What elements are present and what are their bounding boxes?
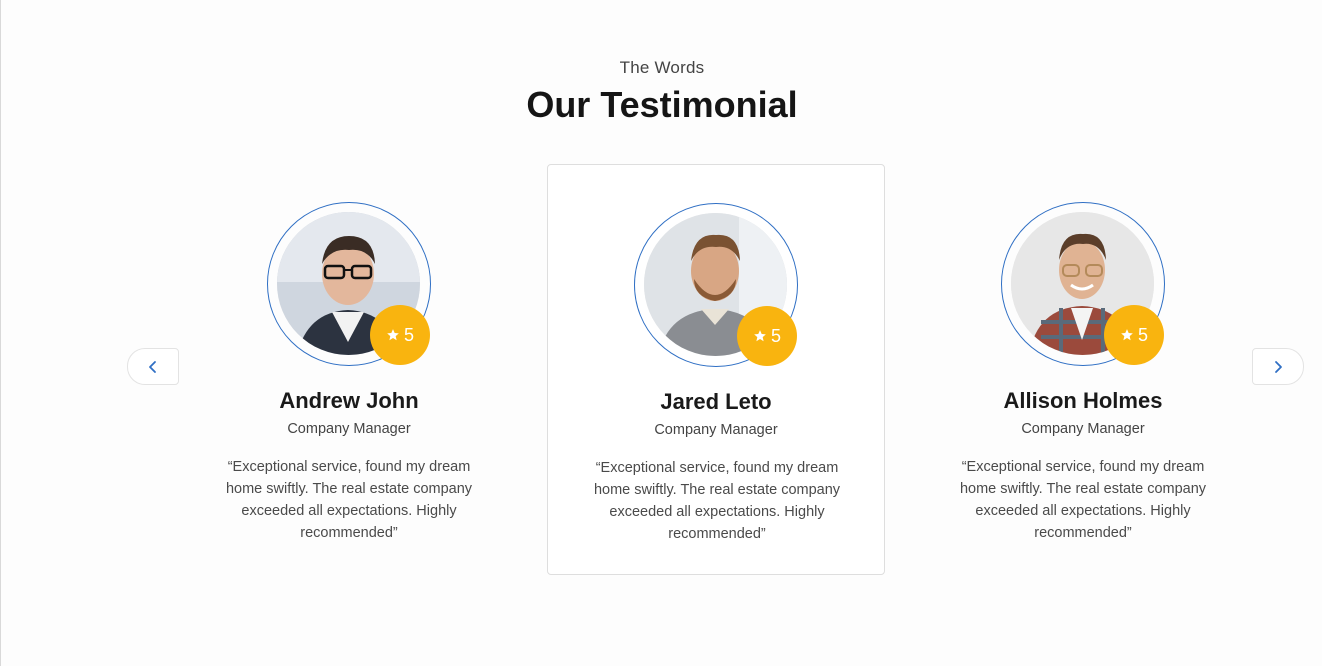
carousel-prev-button[interactable]: [127, 348, 179, 385]
testimonial-quote: “Exceptional service, found my dream hom…: [593, 460, 841, 542]
star-icon: [754, 330, 766, 342]
rating-badge: 5: [370, 305, 430, 365]
section-eyebrow: The Words: [619, 58, 705, 77]
testimonial-role: Company Manager: [654, 422, 778, 438]
testimonial-name: Allison Holmes: [1003, 388, 1163, 413]
testimonial-role: Company Manager: [1021, 421, 1145, 437]
chevron-right-icon: [1275, 360, 1282, 373]
rating-value: 5: [403, 324, 414, 345]
avatar-ring: 5: [1001, 202, 1165, 366]
star-icon: [1121, 329, 1133, 341]
testimonial-role: Company Manager: [287, 421, 411, 437]
testimonial-card-active: 5 Jared Leto Company Manager “Exceptiona…: [547, 164, 885, 575]
section-title: Our Testimonial: [526, 84, 798, 125]
testimonial-name: Andrew John: [279, 388, 419, 413]
avatar-ring: 5: [634, 203, 798, 367]
testimonial-quote: “Exceptional service, found my dream hom…: [959, 459, 1207, 541]
carousel-next-button[interactable]: [1252, 348, 1304, 385]
testimonial-section: The Words Our Testimonial 5 Andrew John …: [1, 0, 1322, 666]
avatar-ring: 5: [267, 202, 431, 366]
testimonial-name: Jared Leto: [660, 389, 772, 414]
testimonial-card: 5 Andrew John Company Manager “Exception…: [180, 164, 518, 575]
testimonial-quote: “Exceptional service, found my dream hom…: [225, 459, 473, 541]
rating-badge: 5: [1104, 305, 1164, 365]
chevron-left-icon: [149, 360, 156, 373]
rating-value: 5: [1137, 324, 1148, 345]
rating-value: 5: [770, 325, 781, 346]
rating-badge: 5: [737, 306, 797, 366]
star-icon: [387, 329, 399, 341]
testimonial-card: 5 Allison Holmes Company Manager “Except…: [914, 164, 1252, 575]
